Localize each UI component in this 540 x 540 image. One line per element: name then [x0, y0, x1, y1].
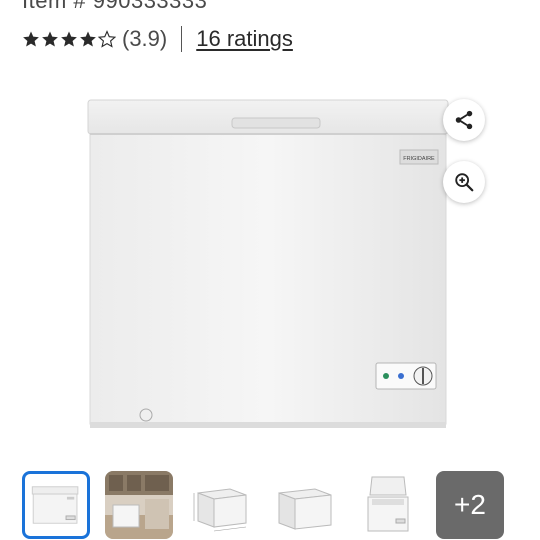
thumbnail-5[interactable] — [354, 471, 422, 539]
rating-row: (3.9) 16 ratings — [22, 24, 293, 54]
brand-plate-text: FRIGIDAIRE — [403, 156, 435, 162]
thumbnail-2[interactable] — [105, 471, 173, 539]
thumbnail-3[interactable] — [188, 471, 256, 539]
zoom-in-icon — [455, 173, 474, 192]
star-full-icon — [80, 31, 96, 47]
more-images-label: +2 — [454, 489, 486, 520]
thumbnail-4[interactable] — [271, 471, 339, 539]
thumbnail-kitchen-icon — [105, 471, 173, 539]
share-button[interactable] — [443, 99, 485, 141]
star-full-icon — [61, 31, 77, 47]
item-number: Item # 990333333 — [22, 0, 208, 13]
divider — [181, 26, 183, 52]
ratings-count-link[interactable]: 16 ratings — [196, 26, 293, 52]
thumbnail-open-lid-icon — [367, 476, 409, 532]
star-full-icon — [23, 31, 39, 47]
star-rating — [22, 30, 116, 48]
more-images-button[interactable]: +2 — [436, 471, 504, 539]
rating-value: (3.9) — [122, 26, 168, 51]
star-empty-icon — [98, 30, 116, 48]
share-icon — [455, 110, 473, 130]
thumbnail-angle-icon — [278, 488, 332, 530]
star-full-icon — [42, 31, 58, 47]
thumbnail-dimensions-icon — [193, 488, 247, 532]
thumbnail-1[interactable] — [22, 471, 90, 539]
product-image[interactable]: FRIGIDAIRE — [0, 60, 540, 455]
thumbnail-front-icon — [31, 486, 79, 524]
zoom-button[interactable] — [443, 161, 485, 203]
thumbnail-strip: +2 — [22, 471, 522, 539]
